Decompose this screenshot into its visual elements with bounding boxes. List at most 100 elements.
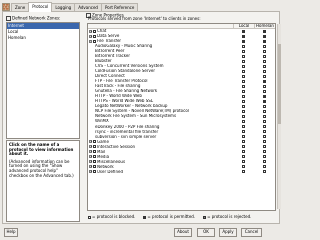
local-permission-checkbox[interactable]	[242, 125, 245, 129]
local-permission-checkbox[interactable]	[242, 100, 245, 104]
homelan-cell	[254, 140, 275, 144]
help-button[interactable]: Help	[4, 228, 18, 237]
homelan-permission-checkbox[interactable]	[263, 130, 266, 134]
local-permission-checkbox[interactable]	[242, 120, 245, 124]
protocol-name[interactable]: User Defined	[97, 170, 123, 175]
homelan-permission-checkbox[interactable]	[263, 65, 266, 69]
homelan-permission-checkbox[interactable]	[263, 45, 266, 49]
local-permission-checkbox[interactable]	[242, 90, 245, 94]
local-permission-checkbox[interactable]	[242, 55, 245, 59]
homelan-permission-checkbox[interactable]	[263, 100, 266, 104]
local-cell	[233, 95, 254, 99]
homelan-permission-checkbox[interactable]	[263, 165, 266, 169]
tree-scrollbar[interactable]	[277, 24, 281, 209]
local-permission-checkbox[interactable]	[242, 115, 245, 119]
homelan-permission-checkbox[interactable]	[263, 50, 266, 54]
expand-icon[interactable]: +	[89, 160, 93, 164]
homelan-permission-checkbox[interactable]	[263, 120, 266, 124]
homelan-permission-checkbox[interactable]	[263, 35, 266, 39]
apply-button[interactable]: Apply	[219, 228, 237, 237]
homelan-permission-checkbox[interactable]	[263, 95, 266, 99]
category-checkbox[interactable]	[93, 165, 96, 169]
homelan-permission-checkbox[interactable]	[263, 110, 266, 114]
local-permission-checkbox[interactable]	[242, 110, 245, 114]
tree-header-local[interactable]: Local	[233, 24, 254, 28]
category-checkbox[interactable]	[93, 155, 96, 159]
local-permission-checkbox[interactable]	[242, 40, 245, 44]
tree-header-homelan[interactable]: Homelan	[254, 24, 275, 28]
homelan-cell	[254, 165, 275, 169]
category-checkbox[interactable]	[93, 160, 96, 164]
homelan-permission-checkbox[interactable]	[263, 145, 266, 149]
homelan-permission-checkbox[interactable]	[263, 140, 266, 144]
homelan-permission-checkbox[interactable]	[263, 55, 266, 59]
local-permission-checkbox[interactable]	[242, 155, 245, 159]
zone-item-homelan[interactable]: Homelan	[7, 35, 79, 41]
homelan-permission-checkbox[interactable]	[263, 40, 266, 44]
protocol-tree[interactable]: Local Homelan + Chat + Data Serve - File Tran…	[87, 23, 276, 211]
local-permission-checkbox[interactable]	[242, 75, 245, 79]
local-permission-checkbox[interactable]	[242, 160, 245, 164]
homelan-permission-checkbox[interactable]	[263, 135, 266, 139]
category-checkbox[interactable]	[93, 40, 96, 44]
local-permission-checkbox[interactable]	[242, 95, 245, 99]
homelan-permission-checkbox[interactable]	[263, 125, 266, 129]
homelan-permission-checkbox[interactable]	[263, 70, 266, 74]
homelan-permission-checkbox[interactable]	[263, 75, 266, 79]
expand-icon[interactable]: +	[89, 140, 93, 144]
local-permission-checkbox[interactable]	[242, 65, 245, 69]
homelan-permission-checkbox[interactable]	[263, 90, 266, 94]
local-permission-checkbox[interactable]	[242, 130, 245, 134]
category-checkbox[interactable]	[93, 30, 96, 33]
local-permission-checkbox[interactable]	[242, 45, 245, 49]
local-permission-checkbox[interactable]	[242, 85, 245, 89]
homelan-permission-checkbox[interactable]	[263, 160, 266, 164]
local-permission-checkbox[interactable]	[242, 50, 245, 54]
category-checkbox[interactable]	[93, 35, 96, 39]
homelan-permission-checkbox[interactable]	[263, 150, 266, 154]
homelan-permission-checkbox[interactable]	[263, 60, 266, 64]
local-permission-checkbox[interactable]	[242, 165, 245, 169]
category-checkbox[interactable]	[93, 140, 96, 144]
blocked-icon	[88, 215, 91, 219]
category-checkbox[interactable]	[93, 150, 96, 154]
homelan-permission-checkbox[interactable]	[263, 170, 266, 174]
expand-icon[interactable]: +	[89, 150, 93, 154]
local-cell	[233, 45, 254, 49]
local-permission-checkbox[interactable]	[242, 80, 245, 84]
info-text: (Advanced information can be turned on u…	[9, 158, 74, 178]
homelan-permission-checkbox[interactable]	[263, 85, 266, 89]
expand-icon[interactable]: +	[89, 155, 93, 159]
local-permission-checkbox[interactable]	[242, 30, 245, 33]
expand-icon[interactable]: +	[89, 35, 93, 39]
local-permission-checkbox[interactable]	[242, 35, 245, 39]
local-permission-checkbox[interactable]	[242, 105, 245, 109]
tree-scrollbar-thumb[interactable]	[278, 44, 281, 124]
local-permission-checkbox[interactable]	[242, 140, 245, 144]
collapse-icon[interactable]: -	[89, 40, 92, 44]
category-checkbox[interactable]	[93, 170, 96, 174]
local-permission-checkbox[interactable]	[242, 150, 245, 154]
local-cell	[233, 155, 254, 159]
homelan-permission-checkbox[interactable]	[263, 115, 266, 119]
expand-icon[interactable]: +	[89, 170, 93, 174]
category-checkbox[interactable]	[93, 145, 96, 149]
local-permission-checkbox[interactable]	[242, 60, 245, 64]
homelan-permission-checkbox[interactable]	[263, 80, 266, 84]
zones-list[interactable]: Internet Local Homelan	[6, 22, 80, 139]
tab-protocol[interactable]: Protocol	[28, 2, 53, 12]
local-permission-checkbox[interactable]	[242, 170, 245, 174]
protocol-category-row[interactable]: + User Defined	[88, 169, 275, 174]
expand-icon[interactable]: +	[89, 165, 93, 169]
homelan-permission-checkbox[interactable]	[263, 30, 266, 33]
expand-icon[interactable]: +	[89, 30, 93, 33]
local-permission-checkbox[interactable]	[242, 145, 245, 149]
cancel-button[interactable]: Cancel	[241, 228, 262, 237]
local-permission-checkbox[interactable]	[242, 135, 245, 139]
local-permission-checkbox[interactable]	[242, 70, 245, 74]
homelan-permission-checkbox[interactable]	[263, 105, 266, 109]
ok-button[interactable]: OK	[197, 228, 215, 237]
about-button[interactable]: About	[174, 228, 192, 237]
expand-icon[interactable]: +	[89, 145, 93, 149]
homelan-permission-checkbox[interactable]	[263, 155, 266, 159]
